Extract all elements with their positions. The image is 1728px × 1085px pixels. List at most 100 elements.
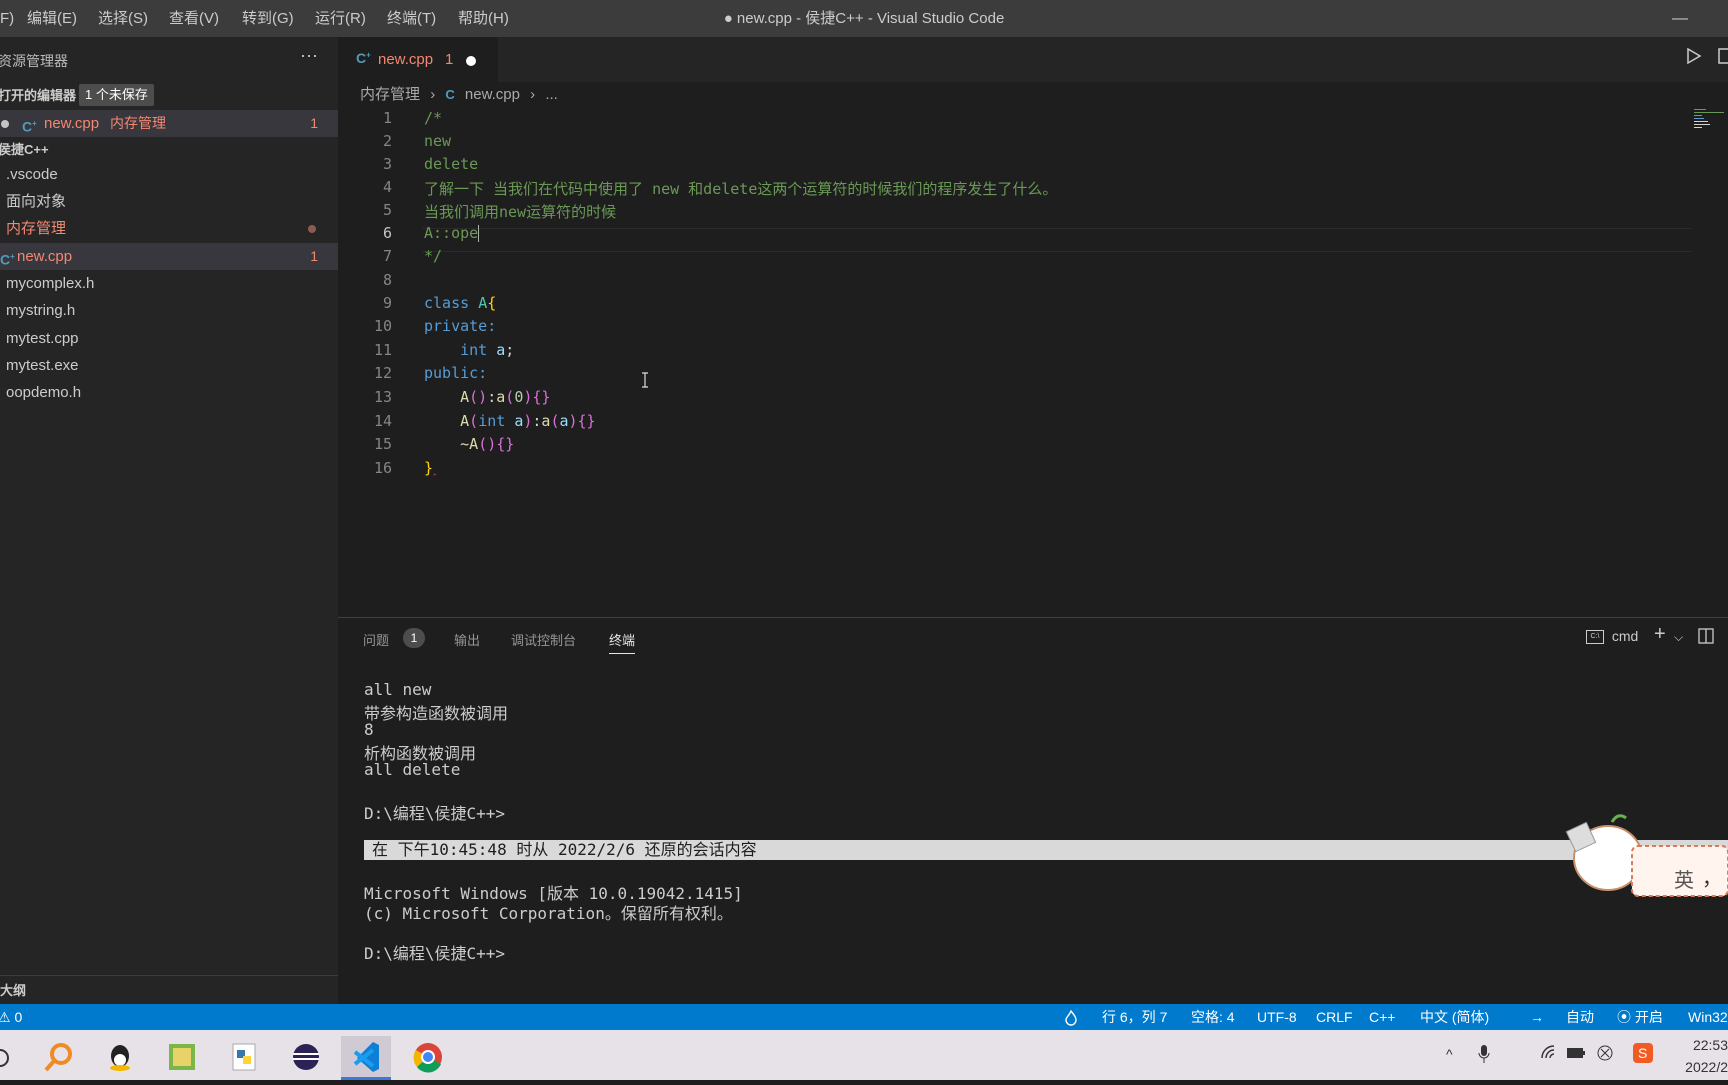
game-icon[interactable] [157,1036,207,1080]
minimize-button[interactable]: — [1672,0,1688,37]
encoding[interactable]: UTF-8 [1257,1004,1297,1030]
problem-count: 1 [310,248,318,264]
chevron-up-icon[interactable]: ^ [1446,1046,1453,1062]
tree-item-label: mystring.h [6,302,76,319]
tree-item-new-cpp[interactable]: C+ new.cpp 1 [0,243,338,270]
dirty-dot-icon[interactable] [1,120,9,128]
language-mode[interactable]: C++ [1369,1004,1395,1030]
tab-new-cpp[interactable]: C+ new.cpp 1 [338,37,498,83]
line-number: 13 [373,388,392,406]
tree-item-label: 面向对象 [6,193,67,210]
open-editors-header[interactable]: 打开的编辑器 [0,83,76,109]
breadcrumb-file[interactable]: new.cpp [465,86,520,103]
problems-status[interactable]: ⚠ 0 [0,1004,22,1030]
terminal-prompt: D:\编程\侯捷C++> [364,804,506,823]
auto-mode[interactable]: 自动 [1566,1004,1594,1030]
terminal-line: 8 [364,720,374,739]
open-editor-item[interactable]: C+ new.cpp 内存管理 1 [0,110,338,137]
mute-icon[interactable] [1596,1044,1614,1067]
outline-header[interactable]: 大纲 [0,975,338,1005]
code-line: A():a(0){} [460,388,551,406]
line-number: 6 [382,224,392,242]
tree-item-memory[interactable]: 内存管理 [0,215,338,242]
breadcrumb: 内存管理 › C new.cpp › ... [360,84,558,106]
platform[interactable]: Win32 [1688,1004,1728,1030]
code-text: A::ope [424,224,479,242]
broadcast-icon: ⦿ [1617,1009,1631,1025]
text-cursor [478,225,480,242]
unsaved-badge: 1 个未保存 [79,84,154,106]
terminal-prompt[interactable]: D:\编程\侯捷C++> [364,940,505,964]
tab-problems[interactable]: 问题 [363,630,389,649]
code-line: */ [424,247,443,265]
workspace-header[interactable]: 侯捷C++ [0,137,49,163]
tree-item-label: .vscode [6,166,58,183]
minimap[interactable] [1694,107,1724,147]
line-number: 3 [382,155,392,173]
tab-output[interactable]: 输出 [454,630,480,649]
breadcrumb-more[interactable]: ... [545,86,558,103]
locale[interactable]: 中文 (简体) [1420,1004,1489,1030]
status-bar: ⚠ 0 行 6，列 7 空格: 4 UTF-8 CRLF C++ 中文 (简体)… [0,1004,1728,1030]
current-line-highlight [422,228,1692,252]
window-title: ● new.cpp - 侯捷C++ - Visual Studio Code [723,10,1005,27]
microphone-icon[interactable] [1478,1044,1490,1069]
chevron-down-icon[interactable]: ⌵ [1674,630,1683,645]
open-editor-file: new.cpp [44,115,100,132]
tree-item-vscode[interactable]: .vscode [0,161,338,188]
breadcrumb-folder[interactable]: 内存管理 [360,86,420,103]
line-number: 14 [373,412,392,430]
run-icon[interactable] [1684,47,1702,70]
tree-item-mytest-cpp[interactable]: mytest.cpp [0,325,338,352]
tree-item-oop[interactable]: 面向对象 [0,188,338,215]
tree-item-label: mytest.cpp [6,330,79,347]
code-line: ~A(){} [460,435,515,453]
tree-item-mytest-exe[interactable]: mytest.exe [0,352,338,379]
vscode-icon[interactable] [341,1036,391,1080]
tab-debug-console[interactable]: 调试控制台 [511,630,576,649]
terminal-shell-selector[interactable]: C:\ cmd [1586,628,1639,645]
mascot-icon [1565,814,1728,897]
tree-item-mystring[interactable]: mystring.h [0,297,338,324]
code-line: class A{ [424,294,497,312]
battery-icon[interactable] [1566,1046,1586,1065]
tree-item-mycomplex[interactable]: mycomplex.h [0,270,338,297]
code-editor[interactable]: 1 2 3 4 5 6 7 8 9 10 11 12 13 14 15 16 /… [338,107,1728,617]
split-editor-icon[interactable] [1718,47,1728,70]
search-icon[interactable] [33,1036,83,1080]
sogou-ime-icon[interactable]: S [1632,1042,1654,1069]
cursor-position[interactable]: 行 6，列 7 [1102,1004,1167,1030]
clock-date: 2022/2 [1685,1059,1728,1075]
ime-mode[interactable]: 英 [1674,864,1694,893]
ime-punctuation: ， [1702,868,1722,890]
wifi-icon[interactable] [1540,1044,1558,1067]
shell-name: cmd [1611,628,1639,644]
eclipse-icon[interactable] [281,1036,331,1080]
code-line: new [424,132,452,150]
split-terminal-icon[interactable] [1698,628,1714,647]
modified-dot-icon [308,225,316,233]
indentation[interactable]: 空格: 4 [1191,1004,1235,1030]
chevron-right-icon: › [430,86,436,103]
tab-label: new.cpp [378,51,434,68]
more-actions-icon[interactable]: ··· [300,45,318,66]
chrome-icon[interactable] [403,1036,453,1080]
line-number: 2 [382,132,392,150]
line-ending[interactable]: CRLF [1316,1004,1353,1030]
flame-icon[interactable] [1064,1004,1078,1030]
unsaved-dot-icon[interactable] [466,56,476,66]
new-terminal-icon[interactable]: + [1654,623,1666,646]
arrow-right-icon[interactable]: → [1530,1004,1544,1030]
code-line: A(int a):a(a){} [460,412,596,430]
live-share[interactable]: ⦿ 开启 [1617,1004,1663,1030]
code-line: 当我们调用new运算符的时候 [424,203,617,221]
qq-icon[interactable] [95,1036,145,1080]
tree-item-oopdemo[interactable]: oopdemo.h [0,379,338,406]
tab-terminal[interactable]: 终端 [609,630,636,654]
python-icon[interactable] [219,1036,269,1080]
line-number: 11 [373,341,392,359]
clock-time: 22:53 [1692,1037,1728,1053]
explorer-sidebar: 资源管理器 ··· 打开的编辑器 1 个未保存 C+ new.cpp 内存管理 … [0,37,338,1004]
system-clock[interactable]: 22:53 2022/2 [1685,1034,1728,1078]
restored-session-text: 在 下午10:45:48 时从 2022/2/6 还原的会话内容 [372,840,757,859]
